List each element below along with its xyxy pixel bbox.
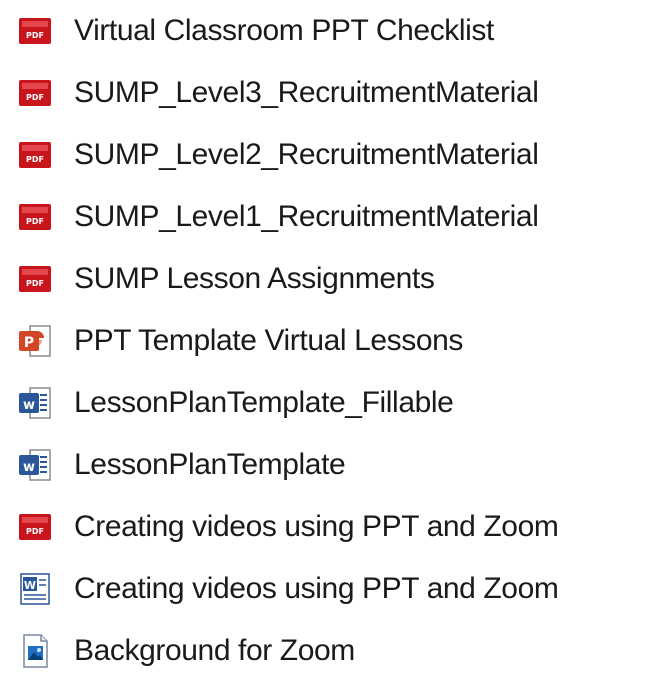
word-doc-icon: W [16, 570, 54, 608]
file-item-pdf[interactable]: PDF SUMP Lesson Assignments [0, 248, 649, 310]
svg-text:w: w [23, 460, 35, 475]
file-name: SUMP_Level2_RecruitmentMaterial [74, 138, 539, 171]
svg-text:PDF: PDF [26, 279, 44, 288]
file-item-pdf[interactable]: PDF Creating videos using PPT and Zoom [0, 496, 649, 558]
word-docx-icon: w [16, 446, 54, 484]
file-item-doc[interactable]: W Creating videos using PPT and Zoom [0, 558, 649, 620]
file-name: Virtual Classroom PPT Checklist [74, 14, 494, 47]
file-item-pdf[interactable]: PDF SUMP_Level1_RecruitmentMaterial [0, 186, 649, 248]
svg-text:w: w [23, 398, 35, 413]
file-name: Creating videos using PPT and Zoom [74, 510, 559, 543]
file-name: PPT Template Virtual Lessons [74, 324, 464, 357]
svg-text:P: P [24, 335, 34, 351]
file-name: LessonPlanTemplate_Fillable [74, 386, 454, 419]
file-name: Creating videos using PPT and Zoom [74, 572, 559, 605]
svg-text:PDF: PDF [26, 527, 44, 536]
file-name: LessonPlanTemplate [74, 448, 346, 481]
file-item-pptx[interactable]: P PPT Template Virtual Lessons [0, 310, 649, 372]
pdf-icon: PDF [16, 260, 54, 298]
pdf-icon: PDF [16, 74, 54, 112]
pdf-icon: PDF [16, 508, 54, 546]
file-list: PDF Virtual Classroom PPT Checklist PDF … [0, 0, 649, 677]
file-item-pdf[interactable]: PDF SUMP_Level2_RecruitmentMaterial [0, 124, 649, 186]
powerpoint-icon: P [16, 322, 54, 360]
svg-text:PDF: PDF [26, 93, 44, 102]
svg-text:W: W [24, 579, 36, 592]
svg-text:PDF: PDF [26, 155, 44, 164]
image-icon [16, 632, 54, 670]
svg-text:PDF: PDF [26, 31, 44, 40]
file-item-docx[interactable]: w LessonPlanTemplate_Fillable [0, 372, 649, 434]
file-name: SUMP_Level3_RecruitmentMaterial [74, 76, 539, 109]
file-item-image[interactable]: Background for Zoom [0, 620, 649, 682]
file-name: SUMP_Level1_RecruitmentMaterial [74, 200, 539, 233]
pdf-icon: PDF [16, 12, 54, 50]
file-item-docx[interactable]: w LessonPlanTemplate [0, 434, 649, 496]
word-docx-icon: w [16, 384, 54, 422]
file-item-pdf[interactable]: PDF SUMP_Level3_RecruitmentMaterial [0, 62, 649, 124]
file-name: Background for Zoom [74, 634, 355, 667]
pdf-icon: PDF [16, 136, 54, 174]
file-name: SUMP Lesson Assignments [74, 262, 435, 295]
file-item-pdf[interactable]: PDF Virtual Classroom PPT Checklist [0, 0, 649, 62]
pdf-icon: PDF [16, 198, 54, 236]
svg-text:PDF: PDF [26, 217, 44, 226]
